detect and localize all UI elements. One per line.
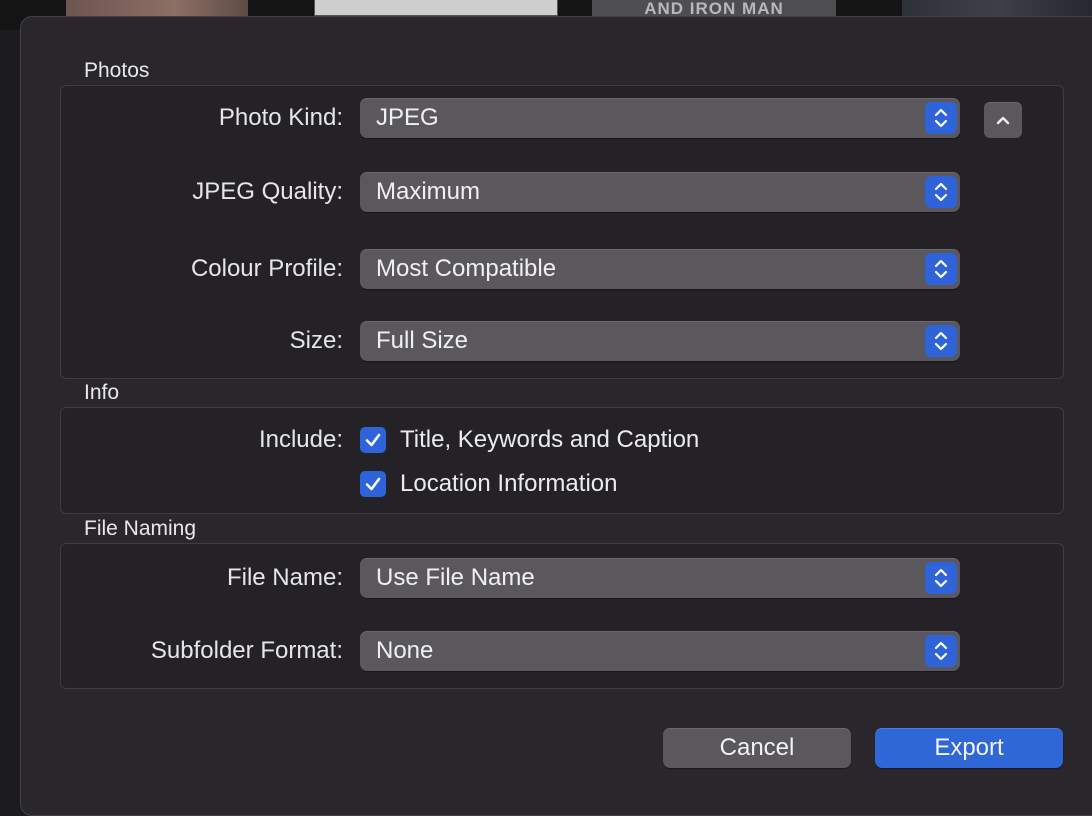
up-down-chevron-icon [925, 102, 957, 134]
title-keywords-caption-option[interactable]: Title, Keywords and Caption [360, 425, 699, 455]
title-keywords-caption-label: Title, Keywords and Caption [400, 426, 700, 453]
photo-kind-popup[interactable]: JPEG [360, 98, 960, 138]
export-dialog: Photos Photo Kind: JPEG JPEG Quality: Ma… [20, 16, 1092, 816]
photo-kind-value: JPEG [376, 104, 439, 131]
thumbnail-text: AND IRON MAN [644, 0, 784, 16]
background-thumbnail: AND IRON MAN [592, 0, 836, 16]
title-keywords-caption-checkbox[interactable] [360, 427, 386, 453]
background-thumbnail [66, 0, 248, 16]
up-down-chevron-icon [925, 562, 957, 594]
photos-group: Photo Kind: JPEG JPEG Quality: Maximum C… [60, 85, 1064, 379]
up-down-chevron-icon [925, 176, 957, 208]
colour-profile-label: Colour Profile: [190, 255, 343, 282]
section-title-photos: Photos [84, 59, 150, 82]
location-information-checkbox[interactable] [360, 471, 386, 497]
location-information-label: Location Information [400, 470, 618, 497]
background-thumbnail [902, 0, 1092, 16]
up-down-chevron-icon [925, 253, 957, 285]
size-label: Size: [289, 327, 343, 354]
section-title-info: Info [84, 381, 120, 404]
jpeg-quality-label: JPEG Quality: [192, 178, 343, 205]
export-button[interactable]: Export [875, 728, 1063, 768]
subfolder-format-value: None [376, 637, 434, 664]
jpeg-quality-value: Maximum [376, 178, 481, 205]
jpeg-quality-popup[interactable]: Maximum [360, 172, 960, 212]
colour-profile-value: Most Compatible [376, 255, 557, 282]
colour-profile-popup[interactable]: Most Compatible [360, 249, 960, 289]
file-name-value: Use File Name [376, 564, 535, 591]
photo-kind-label: Photo Kind: [218, 104, 343, 131]
size-popup[interactable]: Full Size [360, 321, 960, 361]
size-value: Full Size [376, 327, 469, 354]
info-group: Include: Title, Keywords and Caption Loc… [60, 407, 1064, 514]
chevron-up-icon [996, 116, 1010, 125]
include-label: Include: [258, 426, 343, 453]
cancel-button[interactable]: Cancel [663, 728, 851, 768]
subfolder-format-label: Subfolder Format: [150, 637, 343, 664]
up-down-chevron-icon [925, 635, 957, 667]
section-title-file-naming: File Naming [84, 517, 197, 540]
subfolder-format-popup[interactable]: None [360, 631, 960, 671]
file-name-label: File Name: [226, 564, 343, 591]
collapse-button[interactable] [984, 102, 1022, 138]
file-naming-group: File Name: Use File Name Subfolder Forma… [60, 543, 1064, 689]
up-down-chevron-icon [925, 325, 957, 357]
checkmark-icon [365, 433, 381, 447]
background-thumbnail [314, 0, 558, 16]
file-name-popup[interactable]: Use File Name [360, 558, 960, 598]
checkmark-icon [365, 477, 381, 491]
location-information-option[interactable]: Location Information [360, 469, 617, 499]
